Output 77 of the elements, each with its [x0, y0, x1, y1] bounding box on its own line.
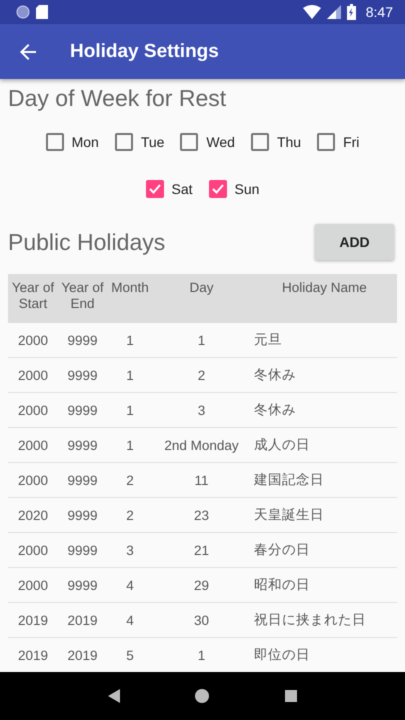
table-cell: 9999: [58, 428, 107, 462]
table-cell: 2019: [58, 602, 107, 638]
checkbox-label: Sat: [172, 180, 193, 196]
table-cell: 4: [107, 568, 153, 602]
checkbox-label: Mon: [72, 134, 99, 150]
column-header: Day: [153, 274, 250, 323]
checkbox-label: Sun: [234, 180, 260, 196]
checkbox-label: Thu: [276, 134, 302, 150]
table-cell: 29: [153, 568, 250, 602]
table-cell: 2000: [8, 462, 58, 498]
table-cell: 9999: [58, 392, 107, 428]
back-icon[interactable]: [108, 689, 120, 703]
column-header: Month: [107, 274, 153, 323]
checkbox[interactable]: [180, 132, 198, 150]
table-cell: 天皇誕生日: [250, 498, 397, 532]
section-heading: Day of Week for Rest: [8, 85, 228, 112]
status-time: 8:47: [366, 4, 393, 20]
signal-icon: [326, 5, 341, 19]
table-cell: 3: [107, 532, 153, 568]
table-cell: 1: [153, 323, 250, 358]
table-cell: 4: [107, 602, 153, 638]
table-cell: 建国記念日: [250, 462, 397, 498]
checkbox[interactable]: [317, 132, 336, 150]
table-cell: 21: [153, 532, 250, 568]
table-cell: 成人の日: [250, 428, 397, 462]
screen-title: Holiday Settings: [70, 40, 219, 62]
checkbox-label: Wed: [206, 134, 235, 150]
table-cell: 2019: [8, 602, 58, 638]
table-cell: 3: [153, 392, 250, 428]
recents-icon[interactable]: [285, 690, 298, 702]
notification-dot-icon: [16, 5, 30, 19]
checkbox-label: Tue: [140, 134, 164, 150]
table-cell: 昭和の日: [250, 568, 397, 602]
checkbox[interactable]: [146, 180, 164, 198]
table-cell: 9999: [58, 462, 107, 498]
table-cell: 2: [107, 498, 153, 532]
table-cell: 2000: [8, 568, 58, 602]
table-cell: 9999: [58, 323, 107, 358]
table-cell: 2nd Monday: [153, 428, 250, 462]
table-cell: 1: [107, 323, 153, 358]
table-cell: 1: [107, 428, 153, 462]
table-cell: 9999: [58, 532, 107, 568]
table-cell: 冬休み: [250, 392, 397, 428]
checkbox-label: Fri: [343, 134, 360, 150]
sd-card-icon: [36, 5, 48, 19]
table-cell: 元旦: [250, 323, 397, 358]
table-cell: 2000: [8, 428, 58, 462]
table-cell: 23: [153, 498, 250, 532]
table-cell: 30: [153, 602, 250, 638]
table-cell: 2000: [8, 323, 58, 358]
wifi-icon: [302, 5, 321, 19]
checkbox[interactable]: [208, 180, 227, 198]
table-cell: 9999: [58, 498, 107, 532]
table-cell: 2000: [8, 392, 58, 428]
table-cell: 11: [153, 462, 250, 498]
table-cell: 祝日に挟まれた日: [250, 602, 397, 638]
column-header: Year of End: [58, 274, 107, 323]
table-cell: 2: [107, 462, 153, 498]
table-cell: 冬休み: [250, 358, 397, 392]
column-header: Year of Start: [8, 274, 58, 323]
battery-icon: [346, 4, 356, 20]
checkbox[interactable]: [114, 132, 133, 150]
table-cell: 2020: [8, 498, 58, 532]
table-cell: 9999: [58, 358, 107, 392]
table-cell: 春分の日: [250, 532, 397, 568]
home-icon[interactable]: [195, 689, 210, 703]
table-cell: 9999: [58, 568, 107, 602]
checkbox[interactable]: [250, 132, 269, 150]
table-cell: 1: [107, 358, 153, 392]
table-cell: 1: [107, 392, 153, 428]
section-heading: Public Holidays: [8, 228, 166, 256]
checkbox[interactable]: [46, 132, 64, 150]
table-cell: 2: [153, 358, 250, 392]
column-header: Holiday Name: [250, 274, 397, 323]
table-cell: 2000: [8, 532, 58, 568]
add-button[interactable]: ADD: [315, 224, 394, 260]
table-cell: 2000: [8, 358, 58, 392]
